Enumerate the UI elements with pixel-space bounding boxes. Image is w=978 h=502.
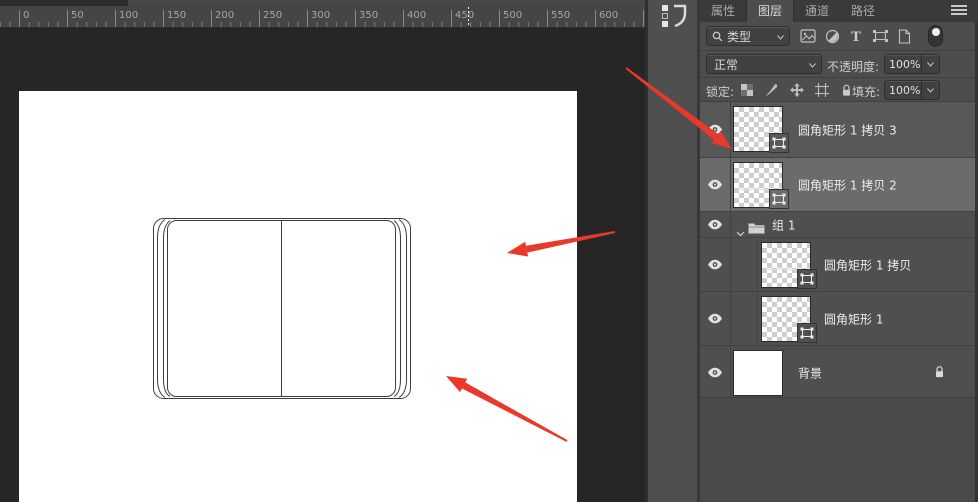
layer-name[interactable]: 背景: [798, 364, 822, 381]
fill-value-field[interactable]: 100%: [884, 80, 922, 100]
eye-icon: [707, 367, 723, 378]
lock-artboard-icon[interactable]: [809, 82, 834, 98]
svg-text:350: 350: [359, 10, 378, 21]
lock-label: 锁定:: [706, 85, 735, 99]
group-indent: [732, 292, 758, 345]
tab-channels[interactable]: 通道: [794, 0, 840, 22]
layer-visibility-toggle[interactable]: [700, 238, 731, 291]
layers-list-empty-area: [700, 397, 975, 502]
vector-mask-badge-icon[interactable]: [769, 189, 789, 209]
vector-mask-badge-icon[interactable]: [769, 133, 789, 153]
svg-text:250: 250: [263, 10, 282, 21]
vector-mask-badge-icon[interactable]: [797, 323, 817, 343]
smartobject-filter-icon[interactable]: [892, 27, 916, 45]
canvas-workspace[interactable]: [0, 28, 645, 502]
opacity-value-field[interactable]: 100%: [884, 54, 922, 74]
blend-mode-value: 正常: [714, 57, 739, 72]
svg-text:150: 150: [167, 10, 186, 21]
fill-dropdown-button[interactable]: [922, 80, 940, 100]
layer-row[interactable]: 背景: [700, 346, 975, 400]
thumbnail-shape-hint: [758, 110, 759, 150]
svg-text:T: T: [851, 30, 861, 43]
layer-visibility-toggle[interactable]: [700, 346, 731, 399]
svg-text:100: 100: [119, 10, 138, 21]
lock-row: 锁定: 填充: 100%: [700, 78, 975, 102]
layer-name[interactable]: 圆角矩形 1 拷贝 3: [798, 121, 897, 138]
svg-text:450: 450: [455, 10, 474, 21]
filter-toggle-dot: [931, 28, 940, 36]
horizontal-ruler[interactable]: 050100150200250300350400450500550600650: [0, 6, 645, 28]
layer-visibility-toggle[interactable]: [700, 292, 731, 345]
layer-filter-type-select[interactable]: 类型: [706, 26, 790, 46]
group-indent: [732, 238, 758, 291]
layer-row[interactable]: 圆角矩形 1: [700, 292, 975, 346]
panel-menu-icon[interactable]: [951, 5, 967, 16]
layer-row[interactable]: 圆角矩形 1 拷贝 2: [700, 158, 975, 212]
svg-text:300: 300: [311, 10, 330, 21]
layer-name[interactable]: 组 1: [772, 216, 795, 233]
blend-mode-select[interactable]: 正常: [706, 54, 822, 74]
chevron-down-icon: [809, 57, 816, 71]
history-panel-icon[interactable]: [661, 4, 691, 28]
lock-pixels-icon[interactable]: [759, 82, 784, 98]
collapsed-panel-dock: [645, 0, 700, 502]
opacity-label: 不透明度:: [827, 60, 880, 74]
opacity-value: 100%: [889, 57, 921, 71]
fill-value: 100%: [889, 83, 921, 97]
tab-properties[interactable]: 属性: [700, 0, 746, 22]
layers-list: 圆角矩形 1 拷贝 3 圆角矩形 1 拷贝 2 组 1 圆角矩形 1 拷贝 圆角矩形 1…: [700, 102, 975, 400]
eye-icon: [707, 124, 723, 135]
svg-text:50: 50: [71, 10, 84, 21]
document-canvas[interactable]: [19, 91, 577, 502]
lock-position-icon[interactable]: [784, 82, 809, 98]
type-filter-icon[interactable]: T: [844, 27, 868, 45]
layer-row[interactable]: 圆角矩形 1 拷贝 3: [700, 102, 975, 158]
shape-filter-icon[interactable]: [868, 27, 892, 45]
eye-icon: [707, 179, 723, 190]
svg-text:550: 550: [551, 10, 570, 21]
layer-name[interactable]: 圆角矩形 1: [824, 310, 883, 327]
layers-panel: 属性 图层 通道 路径 类型 T 正常 不透明度: 100% 锁定: 填充: 1…: [700, 0, 978, 502]
svg-text:0: 0: [23, 10, 29, 21]
adjustment-filter-icon[interactable]: [820, 27, 844, 45]
fill-label: 填充:: [852, 85, 881, 99]
group-folder-icon: [748, 219, 765, 238]
layer-visibility-toggle[interactable]: [700, 158, 731, 211]
image-filter-icon[interactable]: [796, 27, 820, 45]
eye-icon: [707, 313, 723, 324]
layer-filter-type-label: 类型: [727, 29, 752, 44]
blend-mode-row: 正常 不透明度: 100%: [700, 51, 975, 78]
tab-layers[interactable]: 图层: [746, 0, 795, 22]
layer-name[interactable]: 圆角矩形 1 拷贝 2: [798, 176, 897, 193]
layer-filter-row: 类型 T: [700, 22, 975, 51]
eye-icon: [707, 259, 723, 270]
layer-thumbnail[interactable]: [733, 350, 783, 396]
svg-text:200: 200: [215, 10, 234, 21]
layer-visibility-toggle[interactable]: [700, 212, 731, 237]
layer-row-group[interactable]: 组 1: [700, 212, 975, 238]
svg-text:400: 400: [407, 10, 426, 21]
svg-text:500: 500: [503, 10, 522, 21]
lock-transparency-icon[interactable]: [734, 82, 759, 98]
layer-name[interactable]: 圆角矩形 1 拷贝: [824, 256, 911, 273]
layer-row[interactable]: 圆角矩形 1 拷贝: [700, 238, 975, 292]
open-book-drawing: [153, 218, 411, 399]
layer-filter-toggle[interactable]: [928, 25, 943, 47]
eye-icon: [707, 219, 723, 230]
panel-tab-bar: 属性 图层 通道 路径: [700, 0, 978, 22]
tab-paths[interactable]: 路径: [840, 0, 886, 22]
layer-visibility-toggle[interactable]: [700, 102, 731, 157]
chevron-down-icon: [777, 29, 784, 43]
search-icon: [712, 31, 723, 42]
vector-mask-badge-icon[interactable]: [797, 269, 817, 289]
opacity-dropdown-button[interactable]: [922, 54, 940, 74]
photoshop-window: 050100150200250300350400450500550600650: [0, 0, 978, 502]
thumbnail-shape-hint: [786, 300, 787, 340]
layer-lock-icon: [934, 363, 945, 382]
svg-text:600: 600: [599, 10, 618, 21]
